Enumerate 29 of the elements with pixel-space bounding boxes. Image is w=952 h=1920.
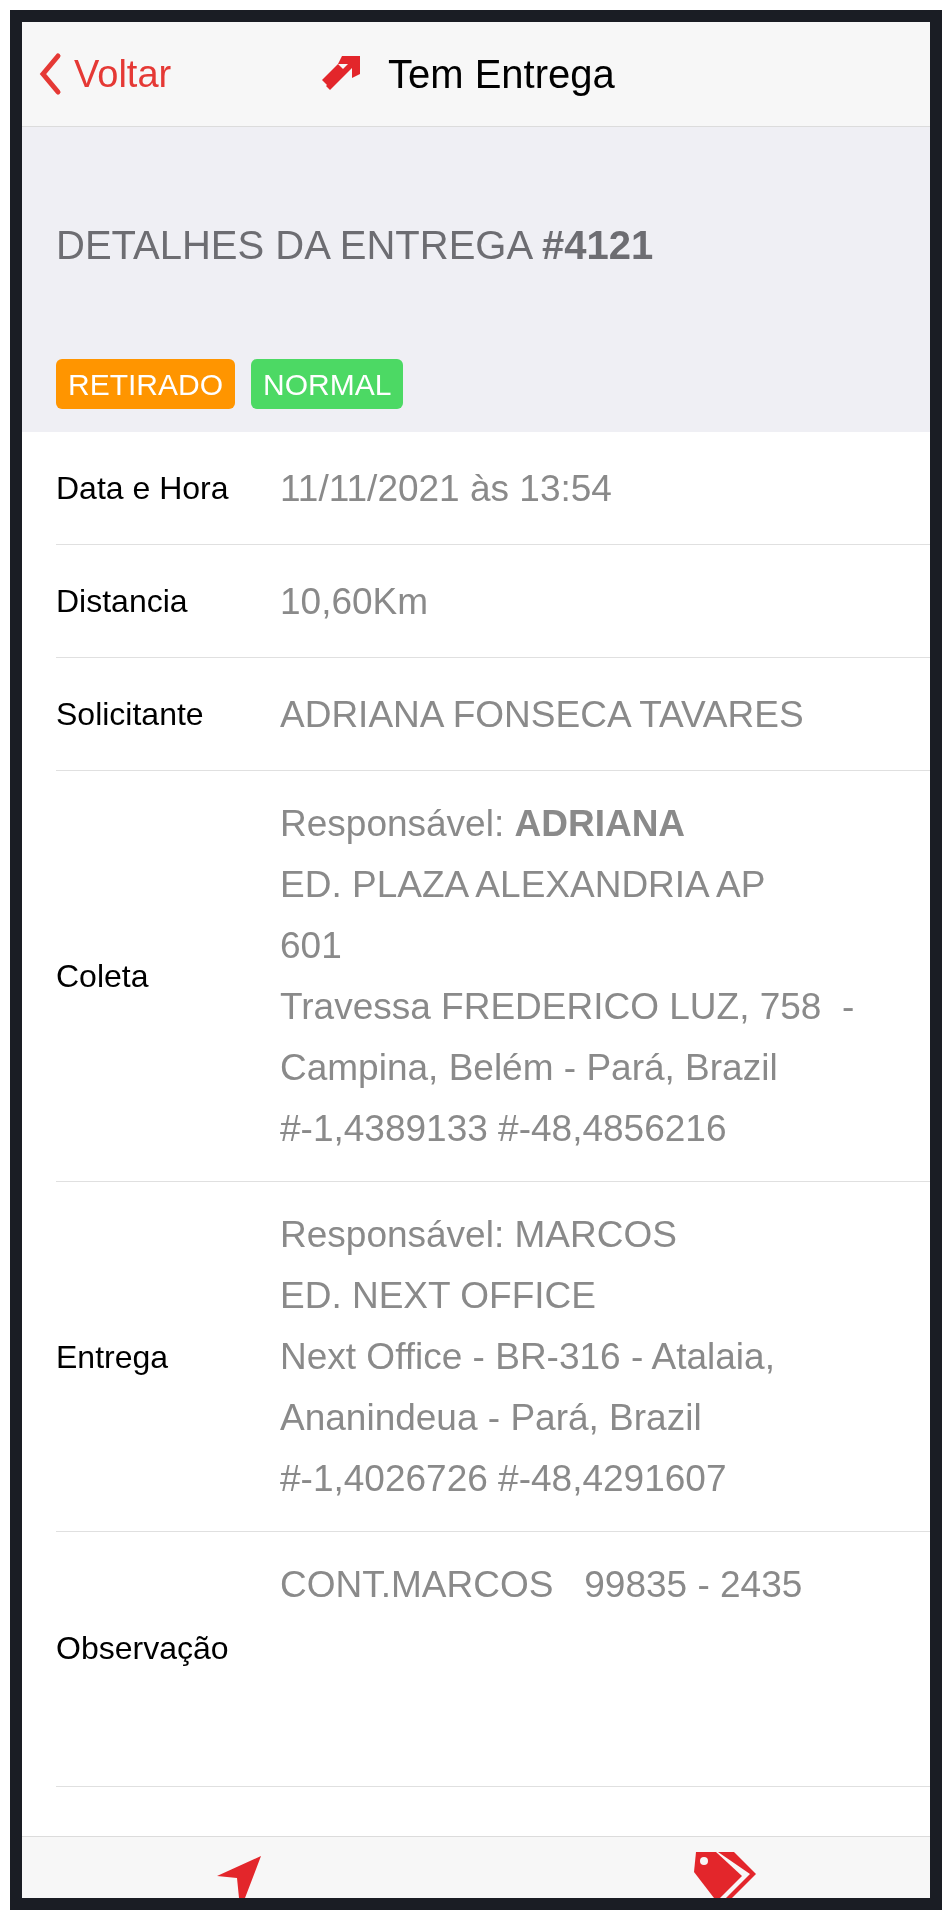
field-value: #-1,4026726 #-48,4291607 — [280, 1457, 728, 1501]
field-value: 601 — [280, 924, 343, 968]
field-label: Observação — [56, 1629, 230, 1668]
field-value: Ananindeua - Pará, Brazil — [280, 1396, 703, 1440]
field-value: Responsável: MARCOS — [280, 1213, 678, 1257]
field-value: Next Office - BR-316 - Atalaia, — [280, 1335, 775, 1379]
field-value: CONT.MARCOS 99835 - 2435 — [280, 1563, 803, 1607]
status-badge: NORMAL — [251, 359, 404, 409]
field-label: Solicitante — [56, 695, 205, 734]
field-value: Campina, Belém - Pará, Brazil — [280, 1046, 779, 1090]
field-label: Data e Hora — [56, 469, 230, 508]
field-value: Responsável: ADRIANA — [280, 802, 687, 846]
field-label: Entrega — [56, 1337, 170, 1377]
delivery-heading: DETALHES DA ENTREGA #4121 — [56, 222, 655, 269]
field-label: Coleta — [56, 957, 150, 996]
field-value: ED. PLAZA ALEXANDRIA AP — [280, 863, 767, 907]
back-label[interactable]: Voltar — [74, 45, 172, 103]
field-value: 10,60Km — [280, 579, 429, 624]
field-value: Travessa FREDERICO LUZ, 758 - — [280, 985, 855, 1029]
field-value: 11/11/2021 às 13:54 — [280, 466, 612, 511]
field-value: ADRIANA FONSECA TAVARES — [280, 692, 804, 737]
field-value: ED. NEXT OFFICE — [280, 1274, 597, 1318]
app-title: Tem Entrega — [388, 51, 615, 98]
field-value: #-1,4389133 #-48,4856216 — [280, 1107, 728, 1151]
navigation-arrow-icon[interactable] — [215, 1854, 263, 1898]
back-button[interactable]: Voltar — [38, 45, 172, 103]
status-badge: RETIRADO — [56, 359, 235, 409]
field-label: Distancia — [56, 582, 189, 621]
chevron-left-icon — [38, 52, 62, 96]
